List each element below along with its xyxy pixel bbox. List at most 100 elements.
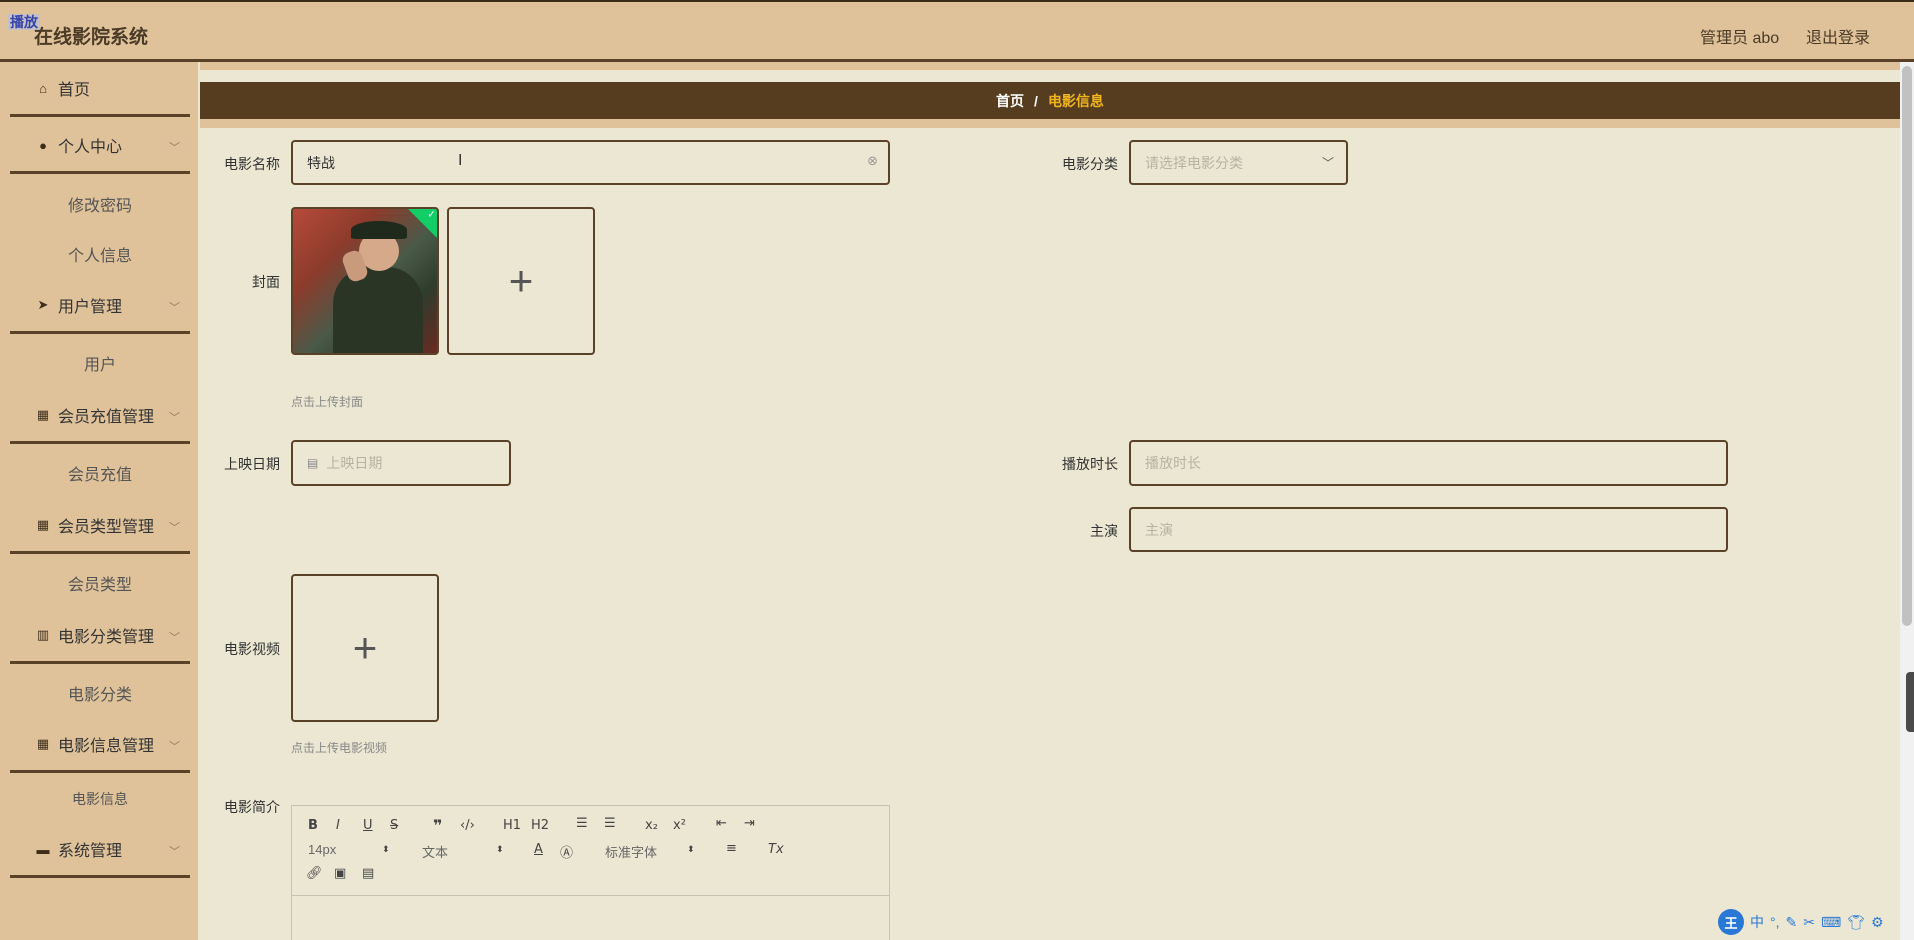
video-label: 电影视频 xyxy=(224,641,280,657)
sidebar-item-label: 首页 xyxy=(58,82,91,99)
breadcrumb-home[interactable]: 首页 xyxy=(996,91,1024,111)
sidebar-subitem-personal-info[interactable]: 个人信息 xyxy=(10,234,190,274)
play-badge: 播放 xyxy=(8,14,40,30)
duration-placeholder: 播放时长 xyxy=(1145,455,1201,471)
poster-figure-cap xyxy=(351,221,407,239)
app-title: 在线影院系统 xyxy=(34,27,149,48)
ordered-list-icon[interactable]: ☰ xyxy=(576,816,588,831)
logout-link[interactable]: 退出登录 xyxy=(1806,24,1870,48)
sidebar-item-user-management[interactable]: ➤ 用户管理 ﹀ xyxy=(10,279,190,334)
chevron-down-icon: ﹀ xyxy=(169,302,180,314)
breadcrumb-separator: / xyxy=(1034,92,1038,109)
release-date-picker[interactable]: ▤ 上映日期 xyxy=(291,440,511,486)
plus-icon: + xyxy=(352,624,378,671)
ime-mode[interactable]: 中 xyxy=(1750,912,1764,932)
sidebar-subitem-change-password[interactable]: 修改密码 xyxy=(10,184,190,224)
plus-icon: + xyxy=(508,257,534,304)
sidebar-item-label: 电影分类 xyxy=(67,687,132,704)
font-color-icon[interactable]: A xyxy=(534,842,543,857)
library-icon: ▥ xyxy=(36,627,50,642)
scrollbar-thumb[interactable] xyxy=(1902,66,1912,626)
grid-icon: ▦ xyxy=(36,517,50,532)
italic-icon[interactable]: I xyxy=(336,818,340,833)
cover-thumbnail[interactable]: ✓ xyxy=(291,207,439,355)
sidebar-item-label: 电影信息 xyxy=(72,791,128,807)
movie-name-input[interactable]: 特战 ⊗ xyxy=(291,140,890,185)
align-icon[interactable]: ≡ xyxy=(726,841,737,856)
font-size-value: 14px xyxy=(308,842,337,857)
pen-icon[interactable]: ✎ xyxy=(1786,914,1798,931)
video-upload-button[interactable]: + xyxy=(291,574,439,722)
grid-icon: ▦ xyxy=(36,736,50,751)
home-icon: ⌂ xyxy=(39,80,47,96)
cover-upload-button[interactable]: + xyxy=(447,207,595,355)
font-family-select[interactable]: 标准字体 ⬍ xyxy=(605,842,697,861)
subscript-icon[interactable]: x₂ xyxy=(645,818,658,833)
breadcrumb-underline xyxy=(200,119,1900,128)
heading2-icon[interactable]: H2 xyxy=(531,818,549,833)
video-hint: 点击上传电影视频 xyxy=(291,741,388,755)
movie-name-value: 特战 xyxy=(307,154,335,171)
strikethrough-icon[interactable]: S xyxy=(390,818,398,833)
scissors-icon[interactable]: ✂ xyxy=(1803,914,1815,931)
clear-icon[interactable]: ⊗ xyxy=(867,153,878,169)
updown-icon: ⬍ xyxy=(496,844,504,854)
superscript-icon[interactable]: x² xyxy=(673,818,686,833)
keyboard-icon[interactable]: ⌨ xyxy=(1821,914,1841,931)
sidebar-item-label: 会员类型管理 xyxy=(58,519,155,536)
punctuation-icon[interactable]: °, xyxy=(1770,914,1780,930)
bold-icon[interactable]: B xyxy=(308,818,318,833)
movie-category-select[interactable]: 请选择电影分类 ﹀ xyxy=(1129,140,1348,185)
updown-icon: ⬍ xyxy=(382,844,390,854)
clear-format-icon[interactable]: Tx xyxy=(768,842,784,857)
breadcrumb-current: 电影信息 xyxy=(1047,92,1104,109)
sidebar-item-member-type-management[interactable]: ▦ 会员类型管理 ﹀ xyxy=(10,499,190,554)
rich-text-editor[interactable]: B I U S ❞ ‹/› H1 H2 ☰ ☰ x₂ x² ⇤ ⇥ 14px ⬍… xyxy=(291,805,890,940)
poster-figure-body xyxy=(333,267,423,353)
sidebar-subitem-recharge[interactable]: 会员充值 xyxy=(10,453,190,493)
code-icon[interactable]: ‹/› xyxy=(460,818,475,833)
sidebar-item-movie-category-management[interactable]: ▥ 电影分类管理 ﹀ xyxy=(10,609,190,664)
chevron-down-icon: ﹀ xyxy=(169,522,180,534)
release-date-label: 上映日期 xyxy=(224,456,280,472)
sidebar-item-label: 系统管理 xyxy=(58,843,123,860)
chevron-down-icon: ﹀ xyxy=(169,412,180,424)
sidebar-subitem-user[interactable]: 用户 xyxy=(10,343,190,383)
duration-input[interactable]: 播放时长 xyxy=(1129,440,1728,486)
sidebar-item-recharge-management[interactable]: ▦ 会员充值管理 ﹀ xyxy=(10,389,190,444)
outdent-icon[interactable]: ⇤ xyxy=(716,816,727,831)
blockquote-icon[interactable]: ❞ xyxy=(433,816,442,835)
chevron-down-icon: ﹀ xyxy=(169,846,180,858)
monitor-icon: ▬ xyxy=(36,841,50,857)
actor-input[interactable]: 主演 xyxy=(1129,507,1728,552)
background-color-icon[interactable]: Ⓐ xyxy=(560,842,573,861)
side-float-tab[interactable] xyxy=(1906,672,1914,732)
settings-icon[interactable]: ⚙ xyxy=(1871,914,1884,931)
current-user: 管理员 abo xyxy=(1700,30,1780,47)
sidebar-item-home[interactable]: ⌂ 首页 xyxy=(10,62,190,117)
text-style-select[interactable]: 文本 ⬍ xyxy=(422,842,506,861)
sidebar-item-label: 电影信息管理 xyxy=(58,738,155,755)
sidebar-item-movie-info-management[interactable]: ▦ 电影信息管理 ﹀ xyxy=(10,718,190,773)
font-size-select[interactable]: 14px ⬍ xyxy=(308,842,392,857)
sidebar-subitem-member-type[interactable]: 会员类型 xyxy=(10,563,190,603)
release-date-placeholder: 上映日期 xyxy=(326,455,383,471)
ime-logo-icon[interactable]: 王 xyxy=(1718,909,1744,935)
top-header: 在线影院系统 播放 管理员 abo 退出登录 xyxy=(0,0,1914,62)
video-icon[interactable]: ▤ xyxy=(362,866,374,881)
image-icon[interactable]: ▣ xyxy=(334,866,346,881)
actor-label: 主演 xyxy=(1090,523,1118,539)
movie-category-placeholder: 请选择电影分类 xyxy=(1145,154,1243,171)
sidebar-subitem-movie-category[interactable]: 电影分类 xyxy=(10,673,190,713)
content-top-strip xyxy=(200,62,1900,70)
sidebar-subitem-movie-info[interactable]: 电影信息 xyxy=(10,779,190,819)
heading1-icon[interactable]: H1 xyxy=(503,818,521,833)
bullet-list-icon[interactable]: ☰ xyxy=(604,816,616,831)
link-icon[interactable]: 🔗︎ xyxy=(306,866,323,881)
text-style-value: 文本 xyxy=(422,845,449,860)
underline-icon[interactable]: U xyxy=(363,818,373,833)
sidebar-item-system-management[interactable]: ▬ 系统管理 ﹀ xyxy=(10,823,190,878)
shirt-icon[interactable]: 👕︎ xyxy=(1847,914,1865,931)
indent-icon[interactable]: ⇥ xyxy=(744,816,755,831)
sidebar-item-personal-center[interactable]: ● 个人中心 ﹀ xyxy=(10,119,190,174)
